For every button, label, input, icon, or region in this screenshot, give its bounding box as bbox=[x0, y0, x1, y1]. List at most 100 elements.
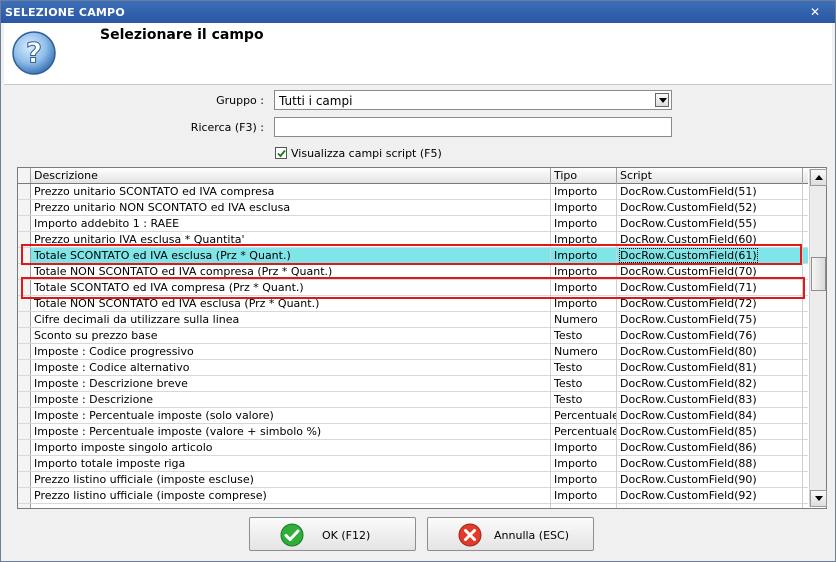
row-indicator[interactable] bbox=[18, 280, 31, 295]
table-row[interactable]: Imposte : Codice progressivo Numero DocRow… bbox=[18, 344, 808, 360]
cell-script-text: DocRow.CustomField(51) bbox=[620, 185, 757, 198]
table-row[interactable]: Prezzo unitario SCONTATO ed IVA compresa… bbox=[18, 184, 808, 200]
page-title: Selezionare il campo bbox=[100, 27, 264, 43]
cell-script-text: DocRow.CustomField(90) bbox=[620, 473, 757, 486]
row-indicator[interactable] bbox=[18, 504, 31, 508]
table-row[interactable]: Imposte : Percentuale imposte (valore + … bbox=[18, 424, 808, 440]
row-indicator[interactable] bbox=[18, 472, 31, 487]
table-row[interactable]: Prezzo unitario IVA esclusa * Quantita' I… bbox=[18, 232, 808, 248]
table-row[interactable]: Prezzo listino ufficiale (imposte compre… bbox=[18, 488, 808, 504]
table-row[interactable] bbox=[18, 504, 808, 508]
cell-script: DocRow.CustomField(83) bbox=[617, 392, 803, 408]
column-header-script[interactable]: Script bbox=[617, 168, 803, 184]
cell-script-text: DocRow.CustomField(70) bbox=[620, 265, 757, 278]
ricerca-label: Ricerca (F3) : bbox=[190, 121, 264, 134]
row-indicator[interactable] bbox=[18, 360, 31, 375]
row-indicator[interactable] bbox=[18, 408, 31, 423]
table-row[interactable]: Importo imposte singolo articolo Importo D… bbox=[18, 440, 808, 456]
cell-descrizione-text: Imposte : Codice alternativo bbox=[34, 361, 190, 374]
cell-tipo: Importo bbox=[551, 264, 617, 280]
column-header-descrizione[interactable]: Descrizione bbox=[31, 168, 551, 184]
cell-descrizione: Prezzo unitario SCONTATO ed IVA compresa bbox=[31, 184, 551, 200]
row-indicator-header bbox=[18, 168, 31, 183]
gruppo-label: Gruppo : bbox=[216, 94, 264, 107]
row-indicator[interactable] bbox=[18, 440, 31, 455]
cancel-button[interactable]: Annulla (ESC) bbox=[427, 517, 594, 551]
table-row[interactable]: Prezzo listino ufficiale (imposte esclus… bbox=[18, 472, 808, 488]
cell-tipo: Importo bbox=[551, 216, 617, 232]
row-indicator[interactable] bbox=[18, 376, 31, 391]
table-row[interactable]: Totale SCONTATO ed IVA compresa (Prz * Q… bbox=[18, 280, 808, 296]
cell-script: DocRow.CustomField(70) bbox=[617, 264, 803, 280]
table-row[interactable]: Totale SCONTATO ed IVA esclusa (Prz * Qu… bbox=[18, 248, 808, 264]
vertical-scrollbar[interactable] bbox=[809, 169, 827, 507]
table-row[interactable]: Importo totale imposte riga Importo DocRow… bbox=[18, 456, 808, 472]
table-row[interactable]: Cifre decimali da utilizzare sulla linea… bbox=[18, 312, 808, 328]
cell-descrizione: Importo imposte singolo articolo bbox=[31, 440, 551, 456]
title-bar[interactable]: SELEZIONE CAMPO ✕ bbox=[1, 1, 835, 23]
table-row[interactable]: Imposte : Descrizione breve Testo DocRow.C… bbox=[18, 376, 808, 392]
cell-script: DocRow.CustomField(55) bbox=[617, 216, 803, 232]
dialog-window: SELEZIONE CAMPO ✕ ? Selezionare il campo… bbox=[0, 0, 836, 562]
check-icon bbox=[280, 523, 304, 547]
row-indicator[interactable] bbox=[18, 312, 31, 327]
cell-script-text: DocRow.CustomField(85) bbox=[620, 425, 757, 438]
row-indicator[interactable] bbox=[18, 216, 31, 231]
cell-descrizione-text: Imposte : Codice progressivo bbox=[34, 345, 194, 358]
row-indicator[interactable] bbox=[18, 392, 31, 407]
table-row[interactable]: Imposte : Descrizione Testo DocRow.CustomF… bbox=[18, 392, 808, 408]
table-row[interactable]: Imposte : Percentuale imposte (solo valo… bbox=[18, 408, 808, 424]
cell-descrizione: Imposte : Descrizione bbox=[31, 392, 551, 408]
cell-script: DocRow.CustomField(61) bbox=[617, 248, 803, 264]
gruppo-select[interactable]: Tutti i campi bbox=[274, 90, 672, 110]
grid-header: Descrizione Tipo Script bbox=[18, 168, 808, 184]
cell-descrizione: Prezzo unitario NON SCONTATO ed IVA escl… bbox=[31, 200, 551, 216]
row-indicator[interactable] bbox=[18, 248, 31, 263]
row-indicator[interactable] bbox=[18, 296, 31, 311]
ok-button[interactable]: OK (F12) bbox=[249, 517, 416, 551]
scroll-thumb[interactable] bbox=[811, 257, 826, 291]
row-indicator[interactable] bbox=[18, 424, 31, 439]
table-row[interactable]: Imposte : Codice alternativo Testo DocRow.… bbox=[18, 360, 808, 376]
cell-tipo: Percentuale bbox=[551, 424, 617, 440]
cell-script: DocRow.CustomField(60) bbox=[617, 232, 803, 248]
row-indicator[interactable] bbox=[18, 328, 31, 343]
cell-descrizione-text: Importo imposte singolo articolo bbox=[34, 441, 213, 454]
cell-descrizione: Importo addebito 1 : RAEE bbox=[31, 216, 551, 232]
cell-tipo: Importo bbox=[551, 296, 617, 312]
row-indicator[interactable] bbox=[18, 184, 31, 199]
cell-descrizione-text: Prezzo listino ufficiale (imposte esclus… bbox=[34, 473, 254, 486]
fields-grid: Descrizione Tipo Script Prezzo unitario … bbox=[17, 167, 827, 509]
row-indicator[interactable] bbox=[18, 200, 31, 215]
cell-script-text: DocRow.CustomField(52) bbox=[620, 201, 757, 214]
cell-tipo: Importo bbox=[551, 232, 617, 248]
script-fields-checkbox[interactable] bbox=[275, 147, 287, 159]
table-row[interactable]: Totale NON SCONTATO ed IVA esclusa (Prz … bbox=[18, 296, 808, 312]
cell-descrizione: Imposte : Percentuale imposte (solo valo… bbox=[31, 408, 551, 424]
row-indicator[interactable] bbox=[18, 344, 31, 359]
table-row[interactable]: Importo addebito 1 : RAEE Importo DocRow.C… bbox=[18, 216, 808, 232]
cell-tipo-text: Importo bbox=[554, 249, 598, 262]
scroll-down-button[interactable] bbox=[810, 490, 827, 507]
cell-tipo: Importo bbox=[551, 248, 617, 264]
row-indicator[interactable] bbox=[18, 232, 31, 247]
cell-script: DocRow.CustomField(82) bbox=[617, 376, 803, 392]
cell-script bbox=[617, 504, 803, 508]
row-indicator[interactable] bbox=[18, 264, 31, 279]
scroll-up-button[interactable] bbox=[810, 169, 827, 186]
row-indicator[interactable] bbox=[18, 488, 31, 503]
table-row[interactable]: Totale NON SCONTATO ed IVA compresa (Prz… bbox=[18, 264, 808, 280]
svg-text:?: ? bbox=[26, 36, 42, 69]
cell-tipo-text: Testo bbox=[554, 329, 583, 342]
table-row[interactable]: Sconto su prezzo base Testo DocRow.CustomF… bbox=[18, 328, 808, 344]
column-header-tipo[interactable]: Tipo bbox=[551, 168, 617, 184]
search-input[interactable] bbox=[274, 117, 672, 137]
table-row[interactable]: Prezzo unitario NON SCONTATO ed IVA escl… bbox=[18, 200, 808, 216]
close-icon[interactable]: ✕ bbox=[809, 6, 821, 19]
cell-script: DocRow.CustomField(51) bbox=[617, 184, 803, 200]
row-indicator[interactable] bbox=[18, 456, 31, 471]
chevron-down-icon[interactable] bbox=[655, 93, 669, 107]
cell-tipo bbox=[551, 504, 617, 508]
cell-script: DocRow.CustomField(80) bbox=[617, 344, 803, 360]
cell-descrizione-text: Prezzo unitario NON SCONTATO ed IVA escl… bbox=[34, 201, 291, 214]
